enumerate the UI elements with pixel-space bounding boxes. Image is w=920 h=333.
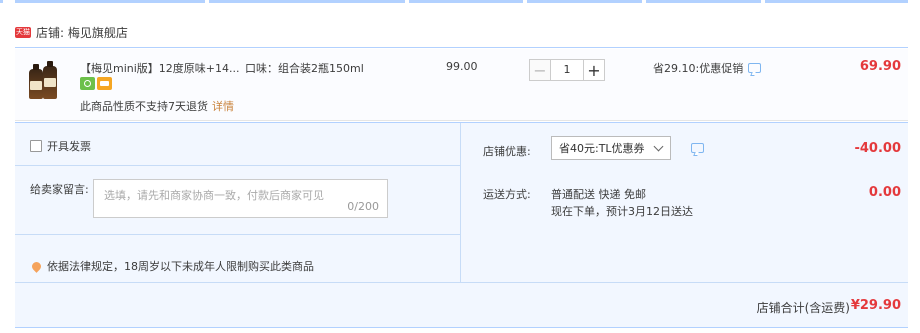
discount-amount: -40.00	[854, 141, 901, 156]
quantity-stepper: − 1 +	[529, 59, 605, 81]
seller-message-textarea[interactable]: 选填，请先和商家协商一致，付款后商家可见 0/200	[93, 179, 388, 218]
invoice-label: 开具发票	[47, 140, 91, 153]
service-icons	[80, 77, 112, 90]
message-label: 给卖家留言:	[30, 183, 89, 196]
shop-header: 天猫 店铺: 梅见旗舰店	[15, 18, 908, 48]
invoice-checkbox[interactable]	[30, 140, 42, 152]
shop-total-amount: ¥29.90	[850, 298, 901, 313]
shipping-method: 普通配送 快递 免邮	[551, 188, 646, 201]
message-placeholder: 选填，请先和商家协商一致，付款后商家可见	[104, 189, 324, 202]
promotion-text: 省29.10:优惠促销	[653, 62, 744, 75]
quantity-increase-button[interactable]: +	[583, 59, 605, 81]
chat-icon[interactable]	[748, 63, 762, 73]
chat-icon[interactable]	[691, 143, 704, 153]
shop-name-link[interactable]: 店铺: 梅见旗舰店	[36, 24, 128, 41]
location-pin-icon	[30, 259, 43, 273]
product-thumbnail[interactable]	[26, 61, 60, 99]
item-title-link[interactable]: 【梅见mini版】12度原味+14...	[80, 60, 240, 76]
divider	[15, 165, 461, 166]
legal-notice-text: 依据法律规定，18周岁以下未成年人限制购买此类商品	[47, 260, 314, 273]
quantity-input[interactable]: 1	[551, 59, 583, 81]
promotion-info: 省29.10:优惠促销	[653, 60, 762, 76]
shipping-fee: 0.00	[868, 185, 901, 200]
return-policy-note: 此商品性质不支持7天退货 详情	[80, 98, 234, 114]
unit-price: 99.00	[446, 60, 478, 73]
item-subtotal: 69.90	[859, 59, 901, 74]
service-card-icon[interactable]	[97, 77, 112, 90]
divider	[15, 234, 461, 235]
shop-total-bar: 店铺合计(含运费) ¥29.90	[15, 282, 908, 328]
coupon-selected-value: 省40元:TL优惠券	[559, 142, 645, 155]
shipping-method-label: 运送方式:	[483, 188, 531, 201]
message-char-count: 0/200	[347, 200, 379, 213]
order-options-panel: 开具发票 给卖家留言: 选填，请先和商家协商一致，付款后商家可见 0/200 依…	[15, 122, 908, 283]
shop-total-label: 店铺合计(含运费)	[756, 301, 850, 315]
coupon-select[interactable]: 省40元:TL优惠券	[551, 136, 671, 160]
order-options-left: 开具发票 给卖家留言: 选填，请先和商家协商一致，付款后商家可见 0/200 依…	[15, 123, 461, 283]
return-details-link[interactable]: 详情	[212, 100, 234, 113]
cart-item-row: 【梅见mini版】12度原味+14... 口味：组合装2瓶150ml 此商品性质…	[15, 49, 908, 121]
tmall-badge-icon: 天猫	[15, 27, 31, 38]
shop-discount-label: 店铺优惠:	[483, 145, 531, 158]
legal-notice: 依据法律规定，18周岁以下未成年人限制购买此类商品	[30, 258, 314, 274]
delivery-estimate: 现在下单，预计3月12日送达	[551, 205, 693, 218]
invoice-option[interactable]: 开具发票	[30, 138, 91, 154]
return-policy-text: 此商品性质不支持7天退货	[80, 100, 208, 113]
top-strip	[0, 0, 920, 3]
service-green-icon[interactable]	[80, 77, 95, 90]
item-properties: 口味：组合装2瓶150ml	[245, 62, 364, 75]
chevron-down-icon	[653, 141, 664, 152]
quantity-decrease-button[interactable]: −	[529, 59, 551, 81]
